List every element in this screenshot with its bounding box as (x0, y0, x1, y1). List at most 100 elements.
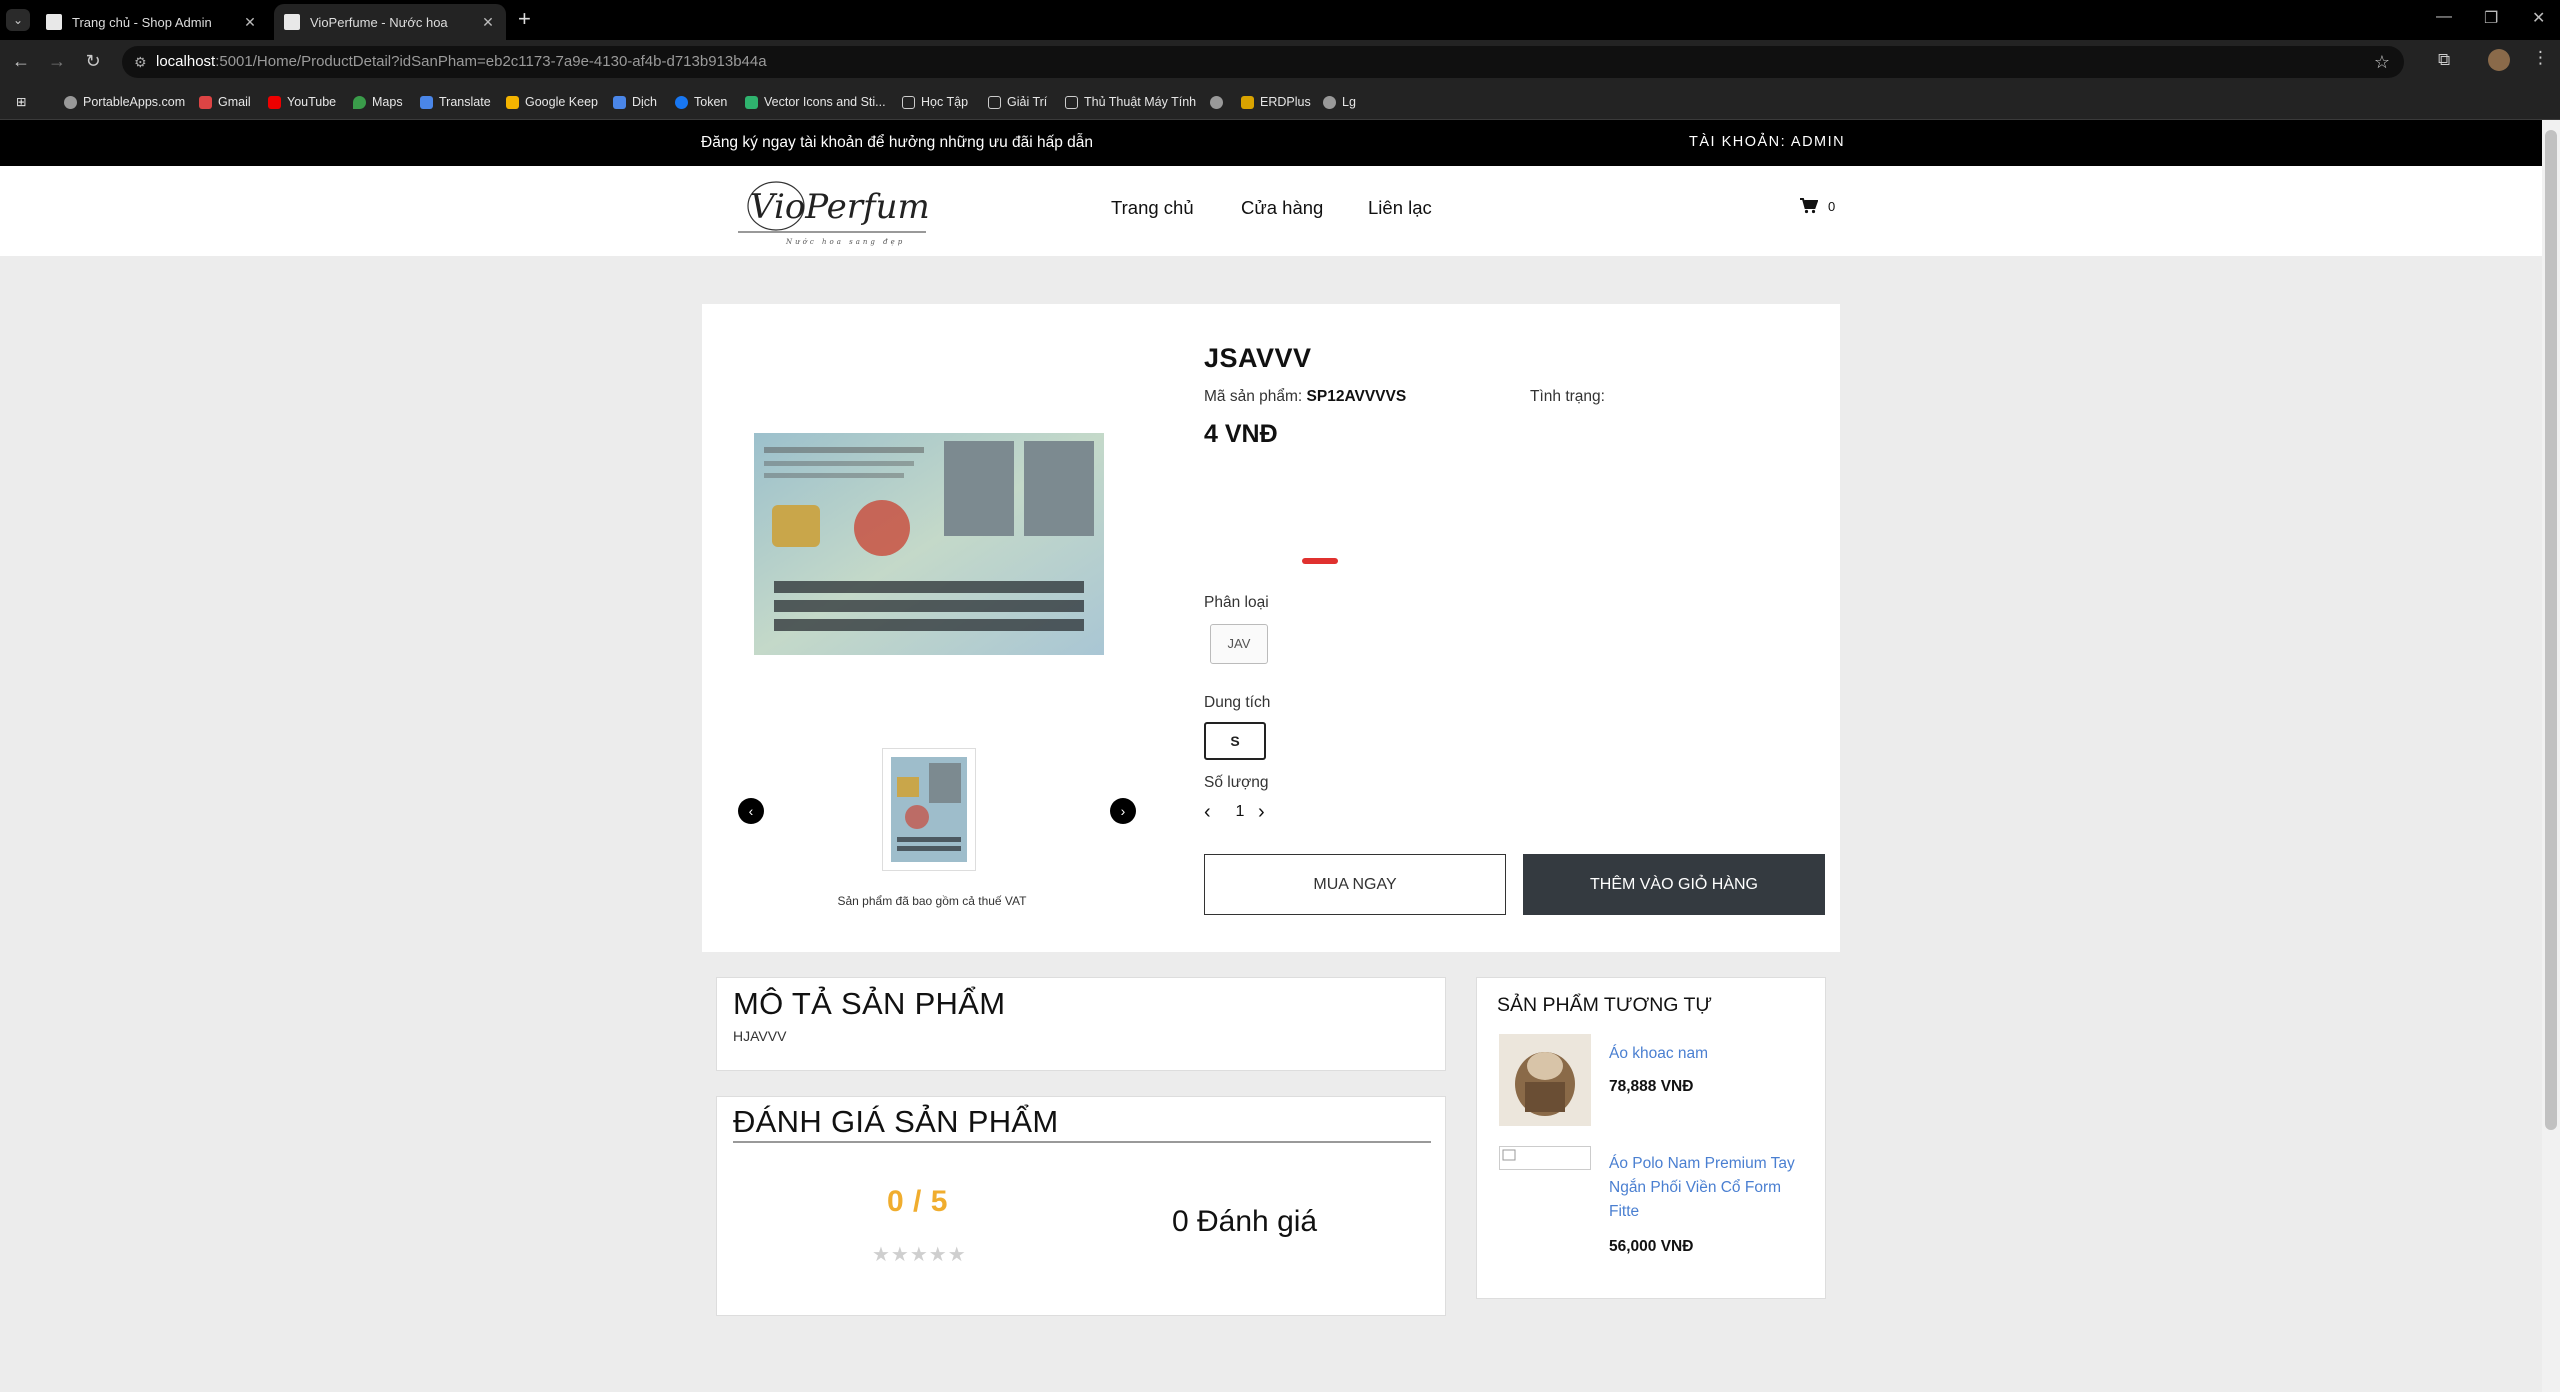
bookmark-erdplus[interactable]: ERDPlus (1241, 84, 1311, 120)
similar-item-image[interactable] (1499, 1034, 1591, 1126)
tab-search-chevron-icon[interactable]: ⌄ (6, 9, 30, 31)
volume-option[interactable]: S (1204, 722, 1266, 760)
globe-icon (1210, 95, 1223, 109)
forward-arrow-icon[interactable]: → (46, 51, 68, 72)
bookmark-google-keep[interactable]: Google Keep (506, 84, 598, 120)
product-sku: Mã sản phẩm: SP12AVVVVS (1204, 388, 1406, 406)
thumbnail-image (891, 757, 967, 862)
bookmark-portableapps[interactable]: PortableApps.com (64, 84, 185, 120)
globe-icon (1323, 95, 1336, 109)
cart-button[interactable]: 0 (1800, 198, 1835, 214)
similar-item-name[interactable]: Áo khoac nam (1609, 1042, 1809, 1066)
similar-item-price: 78,888 VNĐ (1609, 1078, 1694, 1095)
close-window-icon[interactable]: ✕ (2532, 8, 2545, 28)
review-divider (733, 1141, 1431, 1143)
page-icon (46, 14, 62, 30)
star-rating-icon: ★★★★★ (872, 1244, 967, 1266)
browser-tab-vioperfume[interactable]: VioPerfume - Nước hoa ✕ (274, 4, 506, 40)
price-accent-bar (1302, 558, 1338, 564)
similar-title: SẢN PHẨM TƯƠNG TỰ (1497, 994, 1713, 1016)
restore-icon[interactable]: ❐ (2484, 8, 2498, 28)
bookmark-star-icon[interactable]: ☆ (2374, 46, 2390, 78)
tab-title: VioPerfume - Nước hoa (310, 14, 448, 30)
review-title: ĐÁNH GIÁ SẢN PHẨM (733, 1104, 1059, 1139)
product-main-image[interactable] (754, 433, 1104, 655)
scrollbar-thumb[interactable] (2545, 130, 2557, 1130)
buy-now-button[interactable]: MUA NGAY (1204, 854, 1506, 915)
increase-chevron-icon[interactable]: › (1258, 802, 1276, 822)
url-path: :5001/Home/ProductDetail?idSanPham=eb2c1… (215, 53, 767, 70)
nav-contact[interactable]: Liên lạc (1368, 197, 1432, 219)
youtube-icon (268, 95, 281, 109)
product-thumbnail[interactable] (882, 748, 976, 871)
quantity-value[interactable]: 1 (1222, 803, 1258, 821)
folder-icon (988, 95, 1001, 109)
prev-image-chevron-icon[interactable]: ‹ (738, 798, 764, 824)
quantity-label: Số lượng (1204, 774, 1269, 791)
close-tab-icon[interactable]: ✕ (242, 14, 258, 31)
nav-home[interactable]: Trang chủ (1111, 197, 1194, 219)
bookmark-maps[interactable]: Maps (353, 84, 403, 120)
back-arrow-icon[interactable]: ← (10, 51, 32, 72)
product-price: 4 VNĐ (1204, 420, 1278, 448)
apps-grid-icon[interactable]: ⊞ (16, 84, 26, 120)
bookmark-token[interactable]: Token (675, 84, 727, 120)
address-bar-row: ← → ↻ ⚙ localhost:5001/Home/ProductDetai… (0, 40, 2560, 84)
erdplus-icon (1241, 95, 1254, 109)
profile-avatar[interactable] (2488, 49, 2510, 71)
similar-item-price: 56,000 VNĐ (1609, 1238, 1694, 1255)
maps-pin-icon (353, 95, 366, 109)
product-detail-card: ‹ › Sản phẩm đã bao gồm cả thuế VAT JSAV… (702, 304, 1840, 952)
bookmark-folder-thu-thuat[interactable]: Thủ Thuật Máy Tính (1065, 84, 1196, 120)
promo-text[interactable]: Đăng ký ngay tài khoản để hưởng những ưu… (701, 134, 1093, 152)
bookmark-translate[interactable]: Translate (420, 84, 491, 120)
volume-label: Dung tích (1204, 694, 1271, 711)
url-field[interactable]: ⚙ localhost:5001/Home/ProductDetail?idSa… (122, 46, 2404, 78)
facebook-icon (675, 95, 688, 109)
account-link[interactable]: TÀI KHOẢN: ADMIN (1689, 134, 1845, 150)
product-name: JSAVVV (1204, 343, 1312, 373)
close-tab-icon[interactable]: ✕ (480, 14, 496, 31)
bookmark-folder-hoc-tap[interactable]: Học Tập (902, 84, 968, 120)
reload-icon[interactable]: ↻ (82, 51, 104, 72)
product-status: Tình trạng: (1530, 388, 1605, 405)
bookmark-vector-icons[interactable]: Vector Icons and Sti... (745, 84, 886, 120)
vioperfume-logo[interactable]: VioPerfume Nước hoa sang đẹp (736, 174, 930, 248)
description-text: HJAVVV (733, 1028, 787, 1044)
browser-tab-shop-admin[interactable]: Trang chủ - Shop Admin ✕ (36, 4, 268, 40)
bookmark-youtube[interactable]: YouTube (268, 84, 336, 120)
nav-shop[interactable]: Cửa hàng (1241, 197, 1323, 219)
web-page: Đăng ký ngay tài khoản để hưởng những ưu… (0, 120, 2542, 1392)
vector-v-icon (745, 95, 758, 109)
bookmark-dich[interactable]: Dịch (613, 84, 657, 120)
add-to-cart-button[interactable]: THÊM VÀO GIỎ HÀNG (1523, 854, 1825, 915)
bookmark-gmail[interactable]: Gmail (199, 84, 251, 120)
new-tab-plus-icon[interactable]: + (518, 8, 531, 30)
folder-icon (902, 95, 915, 109)
menu-kebab-icon[interactable]: ⋮ (2532, 48, 2549, 68)
gmail-icon (199, 95, 212, 109)
next-image-chevron-icon[interactable]: › (1110, 798, 1136, 824)
minimize-icon[interactable]: — (2436, 8, 2452, 26)
broken-image-icon[interactable] (1499, 1146, 1591, 1170)
variant-option[interactable]: JAV (1210, 624, 1268, 664)
similar-item-name[interactable]: Áo Polo Nam Premium Tay Ngắn Phối Viền C… (1609, 1152, 1809, 1224)
bookmark-lg[interactable]: Lg (1323, 84, 1356, 120)
page-icon (284, 14, 300, 30)
site-settings-icon[interactable]: ⚙ (134, 46, 147, 78)
vat-note: Sản phẩm đã bao gồm cả thuế VAT (837, 894, 1027, 908)
review-count: 0 Đánh giá (1172, 1205, 1318, 1238)
cart-count: 0 (1828, 198, 1836, 214)
bookmark-globe[interactable] (1210, 84, 1229, 120)
browser-tab-strip: ⌄ Trang chủ - Shop Admin ✕ VioPerfume - … (0, 0, 2560, 40)
decrease-chevron-icon[interactable]: ‹ (1204, 802, 1222, 822)
cart-icon (1800, 198, 1818, 214)
bookmark-folder-giai-tri[interactable]: Giải Trí (988, 84, 1047, 120)
globe-icon (64, 95, 77, 109)
extensions-puzzle-icon[interactable]: ⧉ (2438, 50, 2450, 70)
description-title: MÔ TẢ SẢN PHẨM (733, 986, 1006, 1021)
svg-text:VioPerfume: VioPerfume (750, 187, 930, 227)
promo-bar: Đăng ký ngay tài khoản để hưởng những ưu… (0, 120, 2542, 166)
keep-icon (506, 95, 519, 109)
translate-icon (420, 95, 433, 109)
